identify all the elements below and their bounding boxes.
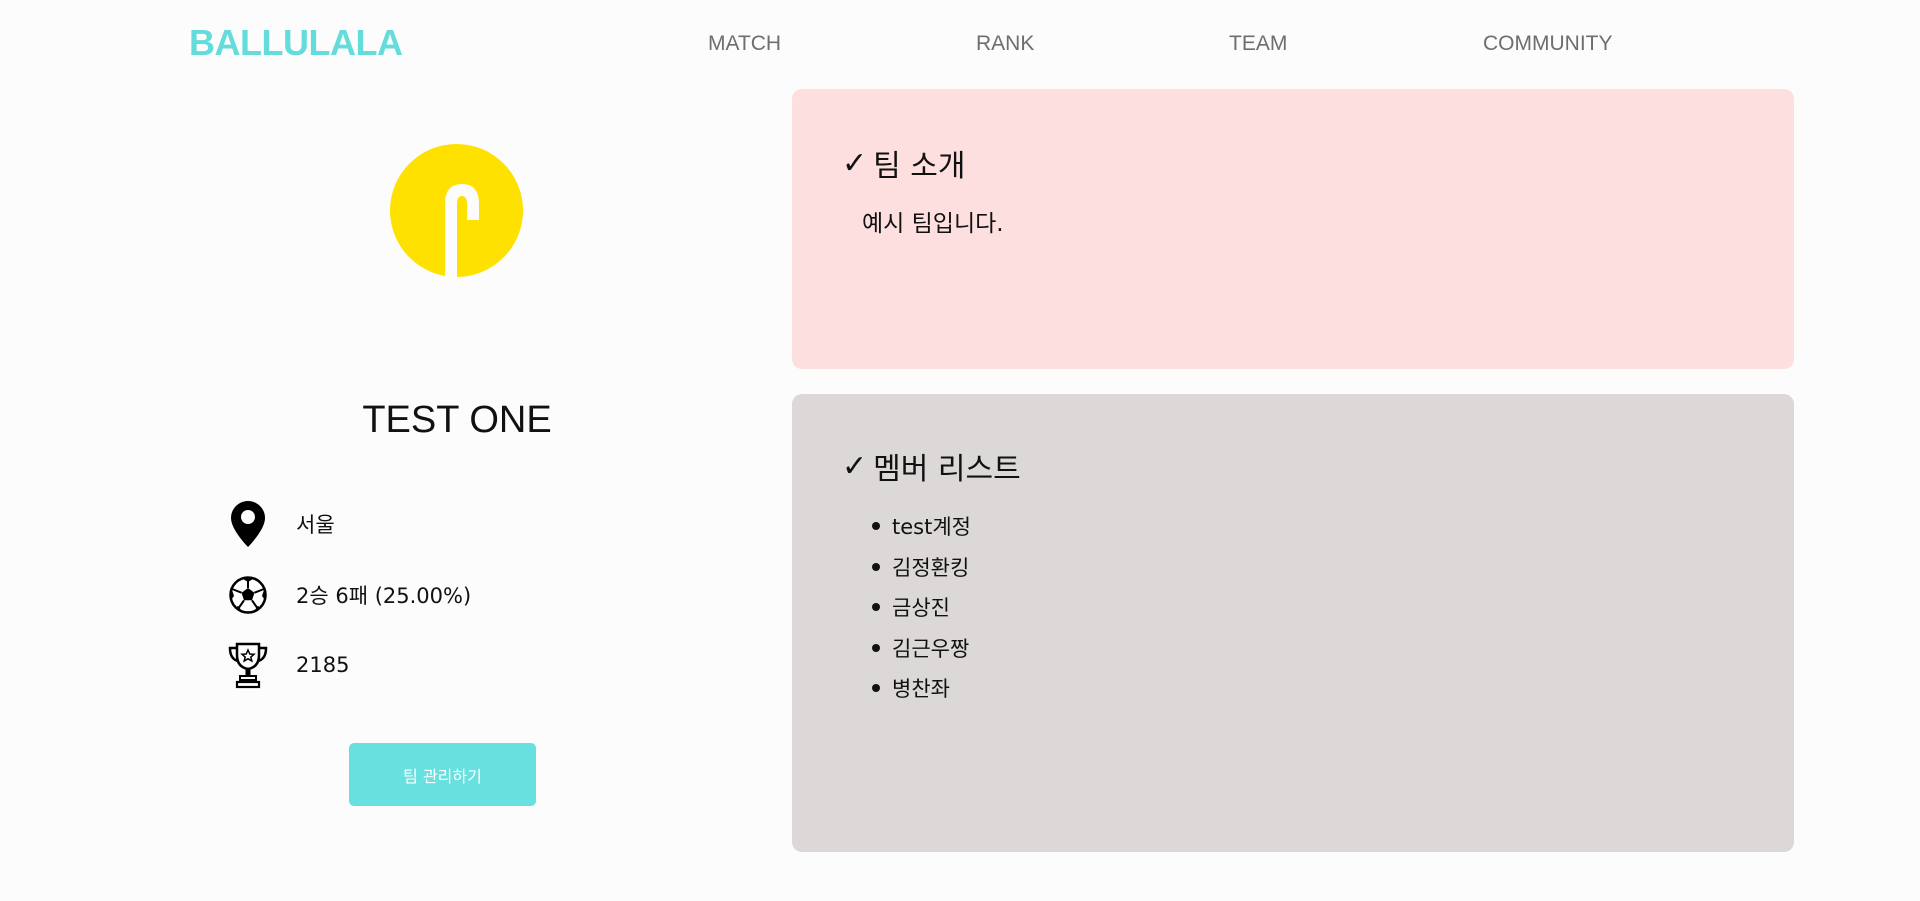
nav-rank[interactable]: RANK: [976, 32, 1034, 56]
rating-text: 2185: [296, 653, 350, 677]
list-item: 김근우짱: [892, 628, 971, 669]
check-icon: ✓: [842, 145, 868, 181]
map-pin-icon: [225, 499, 271, 549]
header: BALLULALA MATCH RANK TEAM COMMUNITY: [0, 0, 1920, 86]
check-icon: ✓: [842, 448, 868, 484]
member-list-card: ✓ 멤버 리스트 test계정 김정환킹 금상진 김근우짱 병찬좌: [792, 394, 1794, 852]
manage-team-button[interactable]: 팀 관리하기: [349, 743, 536, 806]
soccer-ball-icon: [225, 570, 271, 620]
team-name: TEST ONE: [362, 399, 552, 441]
record-text: 2승 6패 (25.00%): [296, 584, 472, 608]
member-list: test계정 김정환킹 금상진 김근우짱 병찬좌: [892, 506, 971, 709]
intro-title-text: 팀 소개: [873, 149, 966, 184]
location-text: 서울: [296, 513, 335, 537]
list-item: 김정환킹: [892, 547, 971, 588]
team-intro-card: ✓ 팀 소개 예시 팀입니다.: [792, 89, 1794, 369]
rating-row: 2185: [225, 640, 349, 690]
intro-text: 예시 팀입니다.: [862, 211, 1004, 237]
record-row: 2승 6패 (25.00%): [225, 570, 471, 620]
nav-match[interactable]: MATCH: [708, 32, 781, 56]
location-row: 서울: [225, 499, 335, 549]
nav-team[interactable]: TEAM: [1229, 32, 1287, 56]
list-item: 병찬좌: [892, 668, 971, 709]
team-logo: [390, 144, 523, 279]
trophy-icon: [225, 640, 271, 690]
team-profile-panel: TEST ONE 서울 2승 6패 (25.00%) 2185 팀 관리하기: [0, 86, 790, 901]
list-item: test계정: [892, 506, 971, 547]
site-logo[interactable]: BALLULALA: [189, 22, 403, 64]
members-title: ✓ 멤버 리스트: [842, 444, 1021, 488]
members-title-text: 멤버 리스트: [873, 452, 1021, 487]
list-item: 금상진: [892, 587, 971, 628]
intro-title: ✓ 팀 소개: [842, 141, 965, 185]
nav-community[interactable]: COMMUNITY: [1483, 32, 1613, 56]
